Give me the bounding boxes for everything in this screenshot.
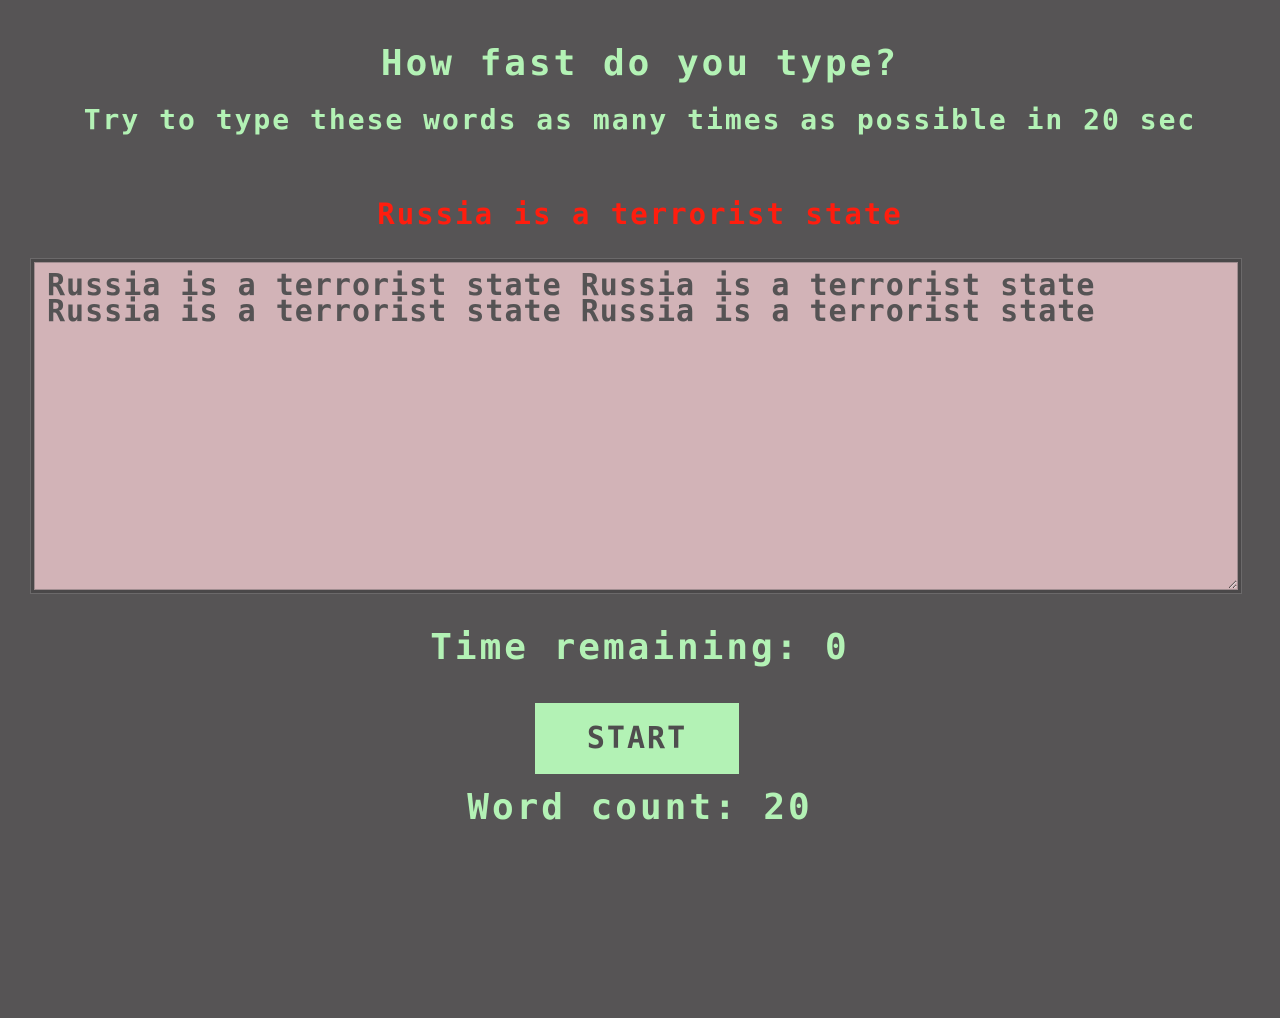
typing-area-container: Russia is a terrorist state Russia is a …	[30, 258, 1242, 594]
word-count-value: 20	[763, 787, 813, 828]
typing-input[interactable]: Russia is a terrorist state Russia is a …	[34, 262, 1238, 590]
time-remaining: Time remaining: 0	[0, 626, 1280, 670]
page-title: How fast do you type?	[380, 43, 900, 84]
word-count: Word count: 20	[0, 786, 1280, 830]
start-button[interactable]: START	[535, 703, 739, 774]
target-phrase: Russia is a terrorist state	[377, 197, 903, 231]
word-count-label: Word count:	[467, 787, 739, 828]
time-remaining-value: 0	[825, 627, 850, 668]
instructions-text: Try to type these words as many times as…	[83, 103, 1197, 136]
time-remaining-label: Time remaining:	[430, 627, 801, 668]
